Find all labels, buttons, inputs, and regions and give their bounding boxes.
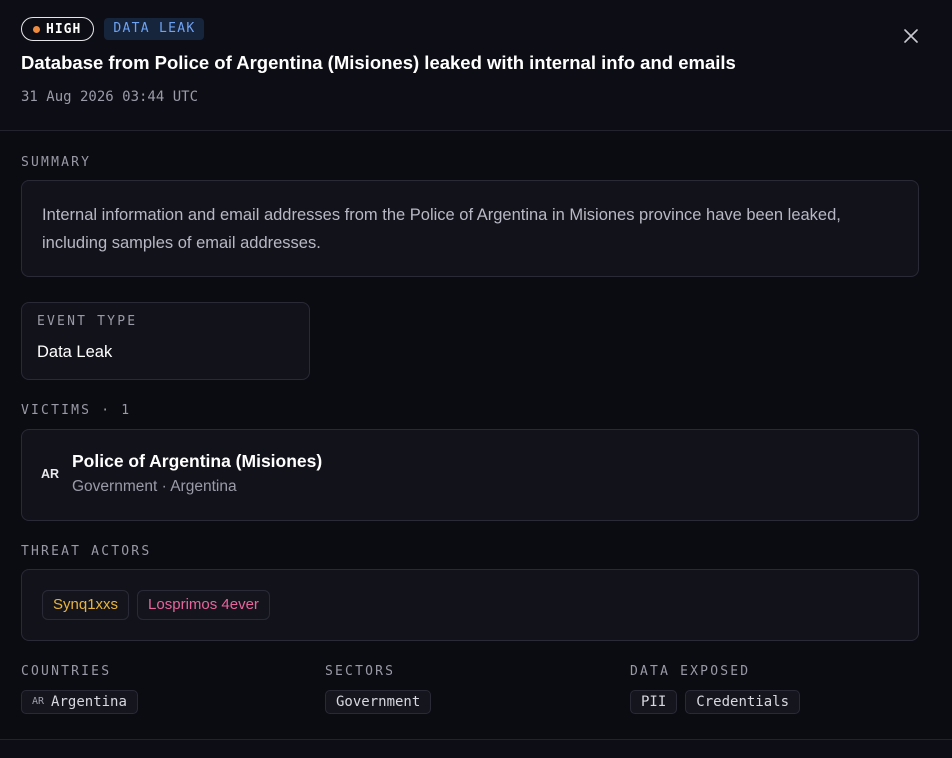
summary-text: Internal information and email addresses… bbox=[42, 206, 841, 252]
summary-label: SUMMARY bbox=[21, 155, 92, 170]
threat-actors-card: Synq1xxs Losprimos 4ever bbox=[21, 569, 919, 641]
countries-label: COUNTRIES bbox=[21, 664, 112, 679]
data-exposed-list: PII Credentials bbox=[630, 690, 801, 714]
country-chip[interactable]: AR Argentina bbox=[21, 690, 138, 714]
detail-header: HIGH DATA LEAK Database from Police of A… bbox=[0, 0, 952, 131]
summary-card: Internal information and email addresses… bbox=[21, 180, 919, 277]
victim-name: Police of Argentina (Misiones) bbox=[72, 451, 323, 471]
sectors-label: SECTORS bbox=[325, 664, 396, 679]
data-exposed-chip[interactable]: Credentials bbox=[685, 690, 801, 714]
victims-label: VICTIMS · 1 bbox=[21, 403, 132, 418]
victim-card[interactable]: AR Police of Argentina (Misiones) Govern… bbox=[21, 429, 919, 521]
event-type-badge: DATA LEAK bbox=[104, 18, 205, 40]
country-code: AR bbox=[32, 696, 45, 707]
page-title: Database from Police of Argentina (Misio… bbox=[21, 52, 736, 73]
event-timestamp: 31 Aug 2026 03:44 UTC bbox=[21, 89, 199, 105]
countries-list: AR Argentina bbox=[21, 690, 138, 714]
country-name: Argentina bbox=[51, 694, 127, 710]
close-button[interactable] bbox=[901, 26, 921, 46]
close-icon bbox=[904, 29, 918, 43]
severity-badge: HIGH bbox=[21, 17, 95, 41]
threat-actor-chip[interactable]: Losprimos 4ever bbox=[137, 590, 270, 620]
data-exposed-label: DATA EXPOSED bbox=[630, 664, 751, 679]
badge-row: HIGH DATA LEAK bbox=[21, 17, 205, 41]
sectors-list: Government bbox=[325, 690, 432, 714]
event-type-card: EVENT TYPE Data Leak bbox=[21, 302, 310, 380]
victim-meta: Government · Argentina bbox=[72, 478, 237, 495]
severity-dot-icon bbox=[33, 25, 40, 33]
event-type-label: EVENT TYPE bbox=[37, 314, 138, 329]
threat-actor-list: Synq1xxs Losprimos 4ever bbox=[42, 590, 270, 620]
data-exposed-chip[interactable]: PII bbox=[630, 690, 678, 714]
severity-label: HIGH bbox=[46, 21, 82, 37]
threat-actor-chip[interactable]: Synq1xxs bbox=[42, 590, 130, 620]
threat-actors-label: THREAT ACTORS bbox=[21, 544, 152, 559]
footer-divider bbox=[0, 739, 952, 758]
victim-country-code: AR bbox=[41, 467, 60, 481]
event-type-value: Data Leak bbox=[37, 343, 113, 361]
sector-chip[interactable]: Government bbox=[325, 690, 432, 714]
